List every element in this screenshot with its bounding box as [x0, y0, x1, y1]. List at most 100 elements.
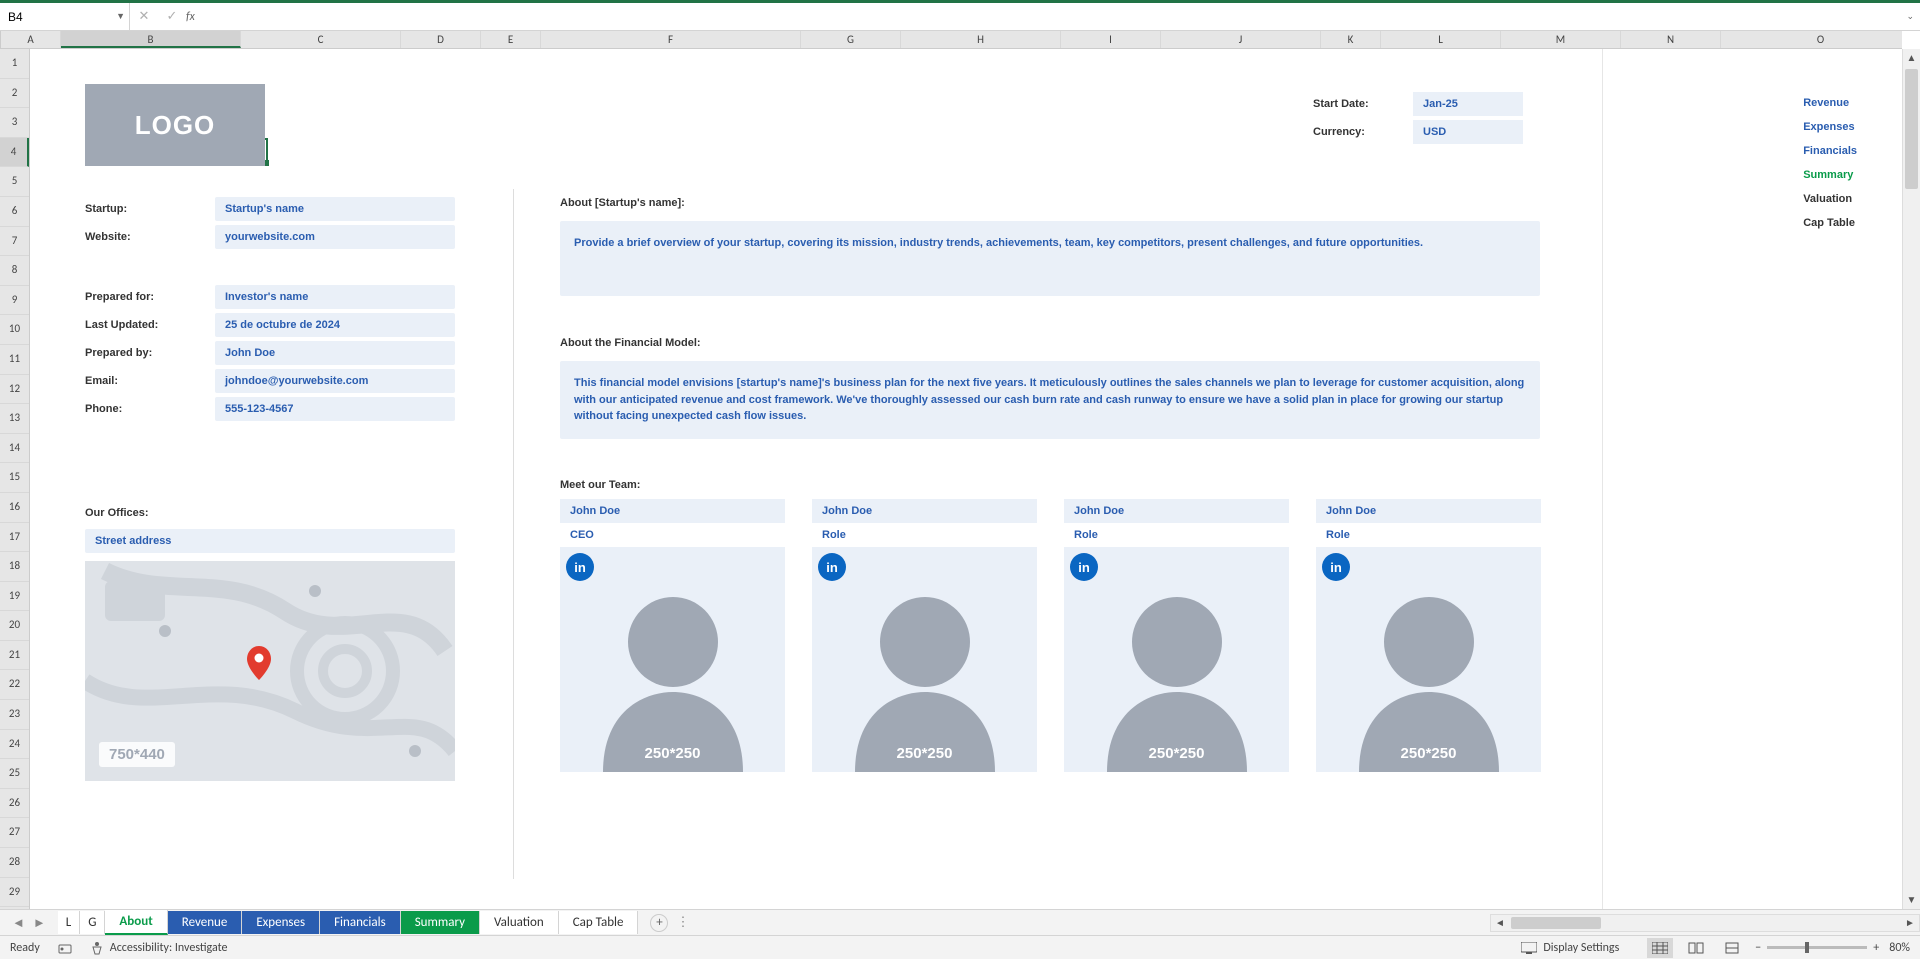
row-header-26[interactable]: 26 [0, 789, 29, 819]
zoom-in-button[interactable]: + [1873, 941, 1879, 955]
view-page-break-button[interactable] [1719, 938, 1745, 958]
team-photo-placeholder[interactable]: in250*250 [1064, 547, 1289, 772]
sheet-tab-expenses[interactable]: Expenses [242, 911, 320, 934]
horizontal-scrollbar[interactable]: ◄ ► [1490, 914, 1920, 932]
row-header-22[interactable]: 22 [0, 670, 29, 700]
view-normal-button[interactable] [1647, 938, 1673, 958]
team-role[interactable]: Role [1316, 523, 1541, 547]
team-photo-placeholder[interactable]: in250*250 [560, 547, 785, 772]
detail-value[interactable]: johndoe@yourwebsite.com [215, 369, 455, 393]
detail-value[interactable]: John Doe [215, 341, 455, 365]
detail-value[interactable]: Investor's name [215, 285, 455, 309]
fx-label[interactable]: fx [186, 10, 195, 24]
tab-nav-arrows[interactable]: ◄ ► [0, 915, 58, 931]
row-header-3[interactable]: 3 [0, 108, 29, 138]
name-box-dropdown-icon[interactable]: ▼ [116, 11, 125, 22]
row-header-21[interactable]: 21 [0, 641, 29, 671]
sheet-tab-l[interactable]: L [58, 911, 80, 934]
row-header-13[interactable]: 13 [0, 404, 29, 434]
about-startup-text[interactable]: Provide a brief overview of your startup… [560, 221, 1540, 296]
row-header-10[interactable]: 10 [0, 315, 29, 345]
name-box[interactable]: ▼ [0, 3, 130, 30]
col-header-K[interactable]: K [1321, 31, 1381, 48]
team-role[interactable]: Role [812, 523, 1037, 547]
offices-address[interactable]: Street address [85, 529, 455, 553]
sheet-tab-about[interactable]: About [105, 910, 167, 935]
nav-link-revenue[interactable]: Revenue [1803, 97, 1857, 109]
vertical-scroll-thumb[interactable] [1905, 69, 1918, 189]
row-header-16[interactable]: 16 [0, 493, 29, 523]
col-header-F[interactable]: F [541, 31, 801, 48]
row-header-20[interactable]: 20 [0, 611, 29, 641]
row-header-15[interactable]: 15 [0, 463, 29, 493]
tab-next-icon[interactable]: ► [33, 915, 46, 931]
horizontal-scroll-thumb[interactable] [1511, 917, 1601, 929]
grid-canvas[interactable]: LOGO Start Date: Jan-25 Currency: USD Re… [30, 49, 1902, 909]
cancel-icon[interactable]: ✕ [130, 9, 158, 24]
sheet-tab-valuation[interactable]: Valuation [480, 911, 559, 934]
row-header-28[interactable]: 28 [0, 848, 29, 878]
col-header-D[interactable]: D [401, 31, 481, 48]
team-name[interactable]: John Doe [812, 499, 1037, 523]
detail-value[interactable]: 555-123-4567 [215, 397, 455, 421]
sheet-tab-financials[interactable]: Financials [320, 911, 401, 934]
sheet-tab-g[interactable]: G [80, 911, 105, 934]
row-header-11[interactable]: 11 [0, 345, 29, 375]
detail-value[interactable]: yourwebsite.com [215, 225, 455, 249]
scroll-left-icon[interactable]: ◄ [1491, 916, 1509, 929]
linkedin-icon[interactable]: in [566, 553, 594, 581]
vertical-scrollbar[interactable]: ▲ ▼ [1902, 49, 1920, 909]
col-header-G[interactable]: G [801, 31, 901, 48]
row-header-24[interactable]: 24 [0, 730, 29, 760]
formula-expand-icon[interactable]: ⌄ [1906, 11, 1914, 22]
team-role[interactable]: CEO [560, 523, 785, 547]
name-box-input[interactable] [8, 10, 98, 24]
row-header-5[interactable]: 5 [0, 167, 29, 197]
row-header-27[interactable]: 27 [0, 818, 29, 848]
nav-link-summary[interactable]: Summary [1803, 169, 1857, 181]
row-header-25[interactable]: 25 [0, 759, 29, 789]
row-headers[interactable]: 1234567891011121314151617181920212223242… [0, 49, 30, 909]
col-header-C[interactable]: C [241, 31, 401, 48]
team-photo-placeholder[interactable]: in250*250 [1316, 547, 1541, 772]
row-header-18[interactable]: 18 [0, 552, 29, 582]
col-header-O[interactable]: O [1721, 31, 1920, 48]
nav-link-expenses[interactable]: Expenses [1803, 121, 1857, 133]
confirm-icon[interactable]: ✓ [158, 9, 186, 24]
row-header-14[interactable]: 14 [0, 434, 29, 464]
detail-value[interactable]: Startup's name [215, 197, 455, 221]
col-header-H[interactable]: H [901, 31, 1061, 48]
nav-link-financials[interactable]: Financials [1803, 145, 1857, 157]
spreadsheet-grid[interactable]: ABCDEFGHIJKLMNO 123456789101112131415161… [0, 31, 1920, 909]
linkedin-icon[interactable]: in [1070, 553, 1098, 581]
col-header-A[interactable]: A [1, 31, 61, 48]
col-header-I[interactable]: I [1061, 31, 1161, 48]
tab-prev-icon[interactable]: ◄ [12, 915, 25, 931]
zoom-out-button[interactable]: − [1755, 941, 1761, 955]
col-header-L[interactable]: L [1381, 31, 1501, 48]
start-date-value[interactable]: Jan-25 [1413, 92, 1523, 116]
view-page-layout-button[interactable] [1683, 938, 1709, 958]
col-header-M[interactable]: M [1501, 31, 1621, 48]
scroll-down-icon[interactable]: ▼ [1903, 891, 1920, 909]
display-settings-button[interactable]: Display Settings [1521, 941, 1619, 955]
row-header-9[interactable]: 9 [0, 286, 29, 316]
row-header-12[interactable]: 12 [0, 375, 29, 405]
team-name[interactable]: John Doe [560, 499, 785, 523]
col-header-E[interactable]: E [481, 31, 541, 48]
row-header-19[interactable]: 19 [0, 582, 29, 612]
row-header-6[interactable]: 6 [0, 197, 29, 227]
row-header-29[interactable]: 29 [0, 878, 29, 908]
row-header-17[interactable]: 17 [0, 523, 29, 553]
col-header-N[interactable]: N [1621, 31, 1721, 48]
detail-value[interactable]: 25 de octubre de 2024 [215, 313, 455, 337]
currency-value[interactable]: USD [1413, 120, 1523, 144]
team-name[interactable]: John Doe [1064, 499, 1289, 523]
row-header-4[interactable]: 4 [0, 138, 29, 168]
macro-record-icon[interactable] [58, 941, 72, 955]
linkedin-icon[interactable]: in [1322, 553, 1350, 581]
formula-input[interactable] [201, 10, 1907, 24]
nav-link-valuation[interactable]: Valuation [1803, 193, 1857, 205]
row-header-23[interactable]: 23 [0, 700, 29, 730]
zoom-level[interactable]: 80% [1889, 941, 1910, 955]
